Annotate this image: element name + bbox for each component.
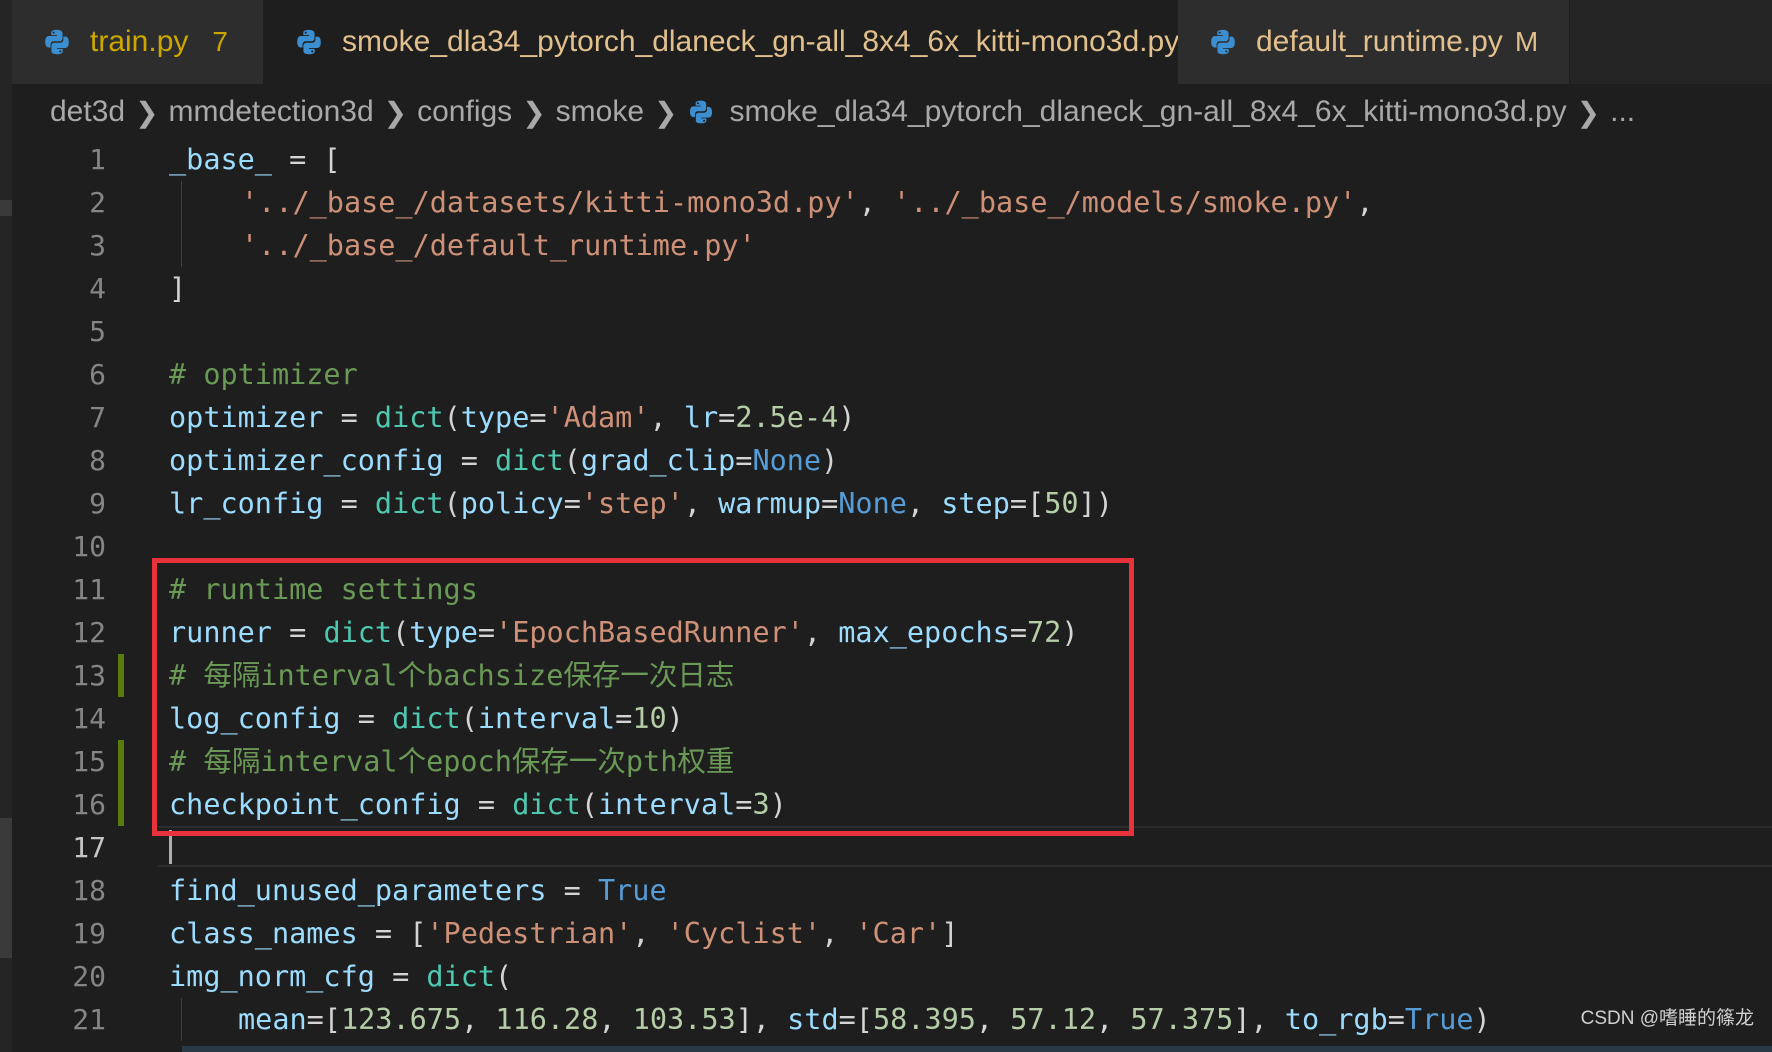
activity-bar-edge-mark	[0, 818, 12, 958]
python-icon	[297, 29, 321, 55]
code-text: '../_base_/default_runtime.py'	[241, 229, 756, 262]
code-text: mean=[123.675, 116.28, 103.53], std=[58.…	[238, 1003, 1491, 1036]
line-number: 10	[72, 530, 106, 563]
chevron-right-icon: ❯	[654, 96, 678, 128]
line-number: 19	[72, 917, 106, 950]
tab-label: default_runtime.py	[1256, 25, 1503, 58]
breadcrumb-item-symbols[interactable]: ...	[1610, 95, 1635, 129]
line-number: 15	[72, 745, 106, 778]
tab-label: smoke_dla34_pytorch_dlaneck_gn-all_8x4_6…	[342, 25, 1180, 58]
git-modified-marker[interactable]	[118, 654, 124, 697]
breadcrumb-item-det3d[interactable]: det3d	[50, 95, 125, 129]
code-line: 7 optimizer = dict(type='Adam', lr=2.5e-…	[12, 396, 1772, 439]
tab-smoke-config[interactable]: smoke_dla34_pytorch_dlaneck_gn-all_8x4_6…	[264, 0, 1263, 84]
watermark: CSDN @嗜睡的篠龙	[1580, 1008, 1754, 1029]
line-number: 4	[89, 272, 106, 305]
line-number: 2	[89, 186, 106, 219]
code-line: 20 img_norm_cfg = dict(	[12, 955, 1772, 998]
horizontal-scrollbar[interactable]	[182, 1046, 1772, 1052]
code-line: 5	[12, 310, 1772, 353]
python-icon	[690, 100, 713, 124]
git-modified-marker[interactable]	[118, 740, 124, 783]
code-line: 1 _base_ = [	[12, 138, 1772, 181]
line-number: 14	[72, 702, 106, 735]
line-number: 5	[89, 315, 106, 348]
code-text: optimizer_config = dict(grad_clip=None)	[169, 444, 839, 477]
line-number: 18	[72, 874, 106, 907]
line-number: 13	[72, 659, 106, 692]
line-number: 7	[89, 401, 106, 434]
line-number: 8	[89, 444, 106, 477]
breadcrumb-item-mmdetection3d[interactable]: mmdetection3d	[169, 95, 374, 129]
python-icon	[1211, 29, 1235, 55]
code-text: img_norm_cfg = dict(	[169, 960, 513, 993]
tab-label: train.py	[90, 25, 189, 58]
breadcrumb-item-file[interactable]: smoke_dla34_pytorch_dlaneck_gn-all_8x4_6…	[729, 95, 1566, 129]
code-text: '../_base_/datasets/kitti-mono3d.py', '.…	[241, 186, 1374, 219]
code-text: find_unused_parameters = True	[169, 874, 667, 907]
code-text: _base_ = [	[169, 143, 341, 176]
line-number: 12	[72, 616, 106, 649]
line-number: 1	[89, 143, 106, 176]
code-line: 19 class_names = ['Pedestrian', 'Cyclist…	[12, 912, 1772, 955]
git-modified-marker[interactable]	[118, 783, 124, 826]
code-text: # optimizer	[169, 358, 358, 391]
tab-default-runtime-py[interactable]: default_runtime.py M	[1178, 0, 1570, 84]
breadcrumb-item-smoke[interactable]: smoke	[556, 95, 644, 129]
modified-badge: M	[1514, 26, 1539, 57]
code-text: ]	[169, 272, 187, 305]
code-line: 21 mean=[123.675, 116.28, 103.53], std=[…	[12, 998, 1772, 1041]
tab-train-py[interactable]: train.py 7	[12, 0, 264, 84]
code-line: 9 lr_config = dict(policy='step', warmup…	[12, 482, 1772, 525]
code-line: 2 '../_base_/datasets/kitti-mono3d.py', …	[12, 181, 1772, 224]
editor-tab-bar: train.py 7 smoke_dla34_pytorch_dlaneck_g…	[12, 0, 1772, 84]
breadcrumb: det3d ❯ mmdetection3d ❯ configs ❯ smoke …	[50, 88, 1635, 136]
vscode-window: train.py 7 smoke_dla34_pytorch_dlaneck_g…	[0, 0, 1772, 1052]
code-line: 3 '../_base_/default_runtime.py'	[12, 224, 1772, 267]
line-number: 11	[72, 573, 106, 606]
code-line: 18 find_unused_parameters = True	[12, 869, 1772, 912]
breadcrumb-item-configs[interactable]: configs	[417, 95, 512, 129]
line-number: 3	[89, 229, 106, 262]
line-number: 21	[72, 1003, 106, 1036]
code-text: class_names = ['Pedestrian', 'Cyclist', …	[169, 917, 959, 950]
code-line: 4 ]	[12, 267, 1772, 310]
code-text: lr_config = dict(policy='step', warmup=N…	[169, 487, 1113, 520]
code-text: optimizer = dict(type='Adam', lr=2.5e-4)	[169, 401, 856, 434]
annotation-highlight-box	[152, 558, 1134, 836]
line-number: 16	[72, 788, 106, 821]
chevron-right-icon: ❯	[383, 96, 408, 128]
chevron-right-icon: ❯	[522, 96, 546, 128]
line-number: 6	[89, 358, 106, 391]
python-icon	[45, 29, 69, 55]
problem-count-badge: 7	[212, 26, 228, 57]
chevron-right-icon: ❯	[1576, 96, 1601, 128]
line-number: 17	[72, 831, 106, 864]
chevron-right-icon: ❯	[135, 96, 159, 128]
line-number: 20	[72, 960, 106, 993]
activity-bar-edge	[0, 0, 12, 1052]
line-number: 9	[89, 487, 106, 520]
code-line: 6 # optimizer	[12, 353, 1772, 396]
code-line: 8 optimizer_config = dict(grad_clip=None…	[12, 439, 1772, 482]
activity-bar-edge-mark	[0, 200, 12, 216]
